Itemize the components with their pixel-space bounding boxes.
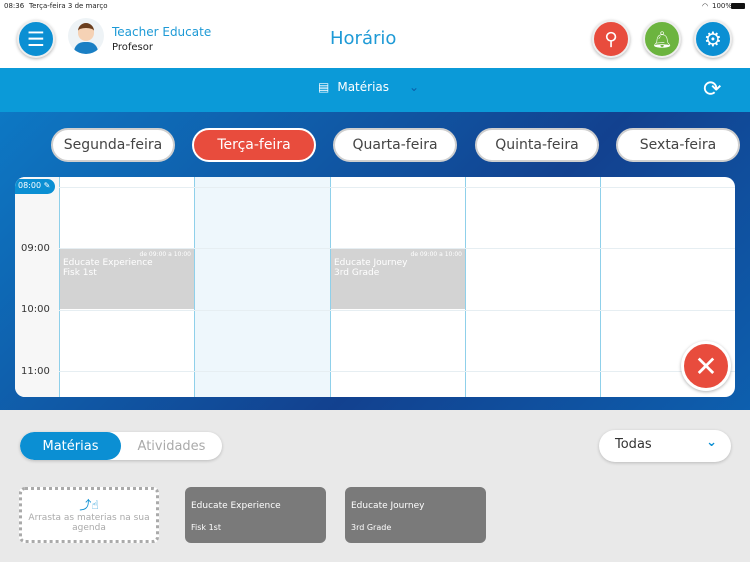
- time-label: 09:00: [21, 243, 50, 254]
- notifications-button[interactable]: 🔔︎: [643, 20, 681, 58]
- card-title: Educate Journey: [351, 501, 425, 511]
- highlighted-column: [195, 177, 330, 397]
- menu-icon: ☰: [27, 27, 45, 51]
- wifi-icon: ◠: [702, 2, 709, 10]
- header: ☰ Teacher Educate Profesor Horário ⚲ 🔔︎ …: [0, 12, 750, 68]
- time-edit-button[interactable]: 08:00 ✎: [15, 179, 55, 194]
- filter-value: Todas: [615, 437, 652, 452]
- tab-materias[interactable]: Matérias: [20, 432, 121, 460]
- drop-hint: Arrasta as materias na sua agenda: [28, 513, 150, 533]
- refresh-button[interactable]: ⟳: [703, 77, 721, 102]
- chevron-down-icon: ⌄: [706, 435, 717, 450]
- status-time: 08:36: [4, 2, 25, 10]
- status-bar: 08:36 Terça-feira 3 de março ◠ 100%: [0, 0, 750, 12]
- subject-selector[interactable]: ▤ Matérias ⌄: [318, 80, 419, 94]
- refresh-icon: ⟳: [703, 77, 722, 102]
- chevron-down-icon: ⌄: [409, 80, 420, 94]
- time-label: 11:00: [21, 366, 50, 377]
- subject-card[interactable]: Educate Experience Fisk 1st: [185, 487, 326, 543]
- tab-segunda[interactable]: Segunda-feira: [51, 128, 175, 162]
- card-group: 3rd Grade: [351, 523, 392, 532]
- notebook-icon: ▤: [318, 80, 330, 94]
- panel-tabs: Matérias Atividades: [20, 432, 222, 460]
- card-group: Fisk 1st: [191, 523, 221, 532]
- event-range: de 09:00 a 10:00: [139, 251, 191, 258]
- tab-terca[interactable]: Terça-feira: [192, 128, 316, 162]
- event-title: Educate Experience: [63, 258, 153, 268]
- event-group: 3rd Grade: [334, 268, 380, 278]
- close-button[interactable]: ✕: [681, 341, 731, 391]
- tab-sexta[interactable]: Sexta-feira: [616, 128, 740, 162]
- page-title: Horário: [330, 28, 397, 49]
- close-icon: ✕: [694, 349, 718, 383]
- calendar-grid: 08:00 ✎ 09:00 10:00 11:00 de 09:00 a 10:…: [15, 177, 735, 397]
- schedule-event[interactable]: de 09:00 a 10:00 Educate Experience Fisk…: [60, 249, 194, 309]
- subject-toolbar: ▤ Matérias ⌄ ⟳: [0, 68, 750, 112]
- tab-quinta[interactable]: Quinta-feira: [475, 128, 599, 162]
- user-name: Teacher Educate: [112, 25, 212, 39]
- event-group: Fisk 1st: [63, 268, 97, 278]
- subject-selector-label: Matérias: [337, 80, 390, 94]
- settings-button[interactable]: ⚙: [694, 20, 732, 58]
- search-icon: ⚲: [604, 28, 618, 50]
- time-label: 08:00: [18, 181, 42, 190]
- avatar: [68, 18, 104, 54]
- tab-atividades[interactable]: Atividades: [121, 432, 222, 460]
- event-title: Educate Journey: [334, 258, 408, 268]
- event-range: de 09:00 a 10:00: [410, 251, 462, 258]
- battery-icon: [731, 3, 745, 9]
- card-title: Educate Experience: [191, 501, 281, 511]
- drop-zone[interactable]: ⤴☝ Arrasta as materias na sua agenda: [19, 487, 159, 543]
- user-role: Profesor: [112, 42, 153, 53]
- schedule-event[interactable]: de 09:00 a 10:00 Educate Journey 3rd Gra…: [331, 249, 465, 309]
- battery-level: 100%: [712, 2, 733, 10]
- filter-dropdown[interactable]: Todas ⌄: [599, 430, 731, 462]
- gear-icon: ⚙: [704, 27, 722, 51]
- tab-quarta[interactable]: Quarta-feira: [333, 128, 457, 162]
- bell-icon: 🔔︎: [651, 29, 673, 49]
- time-label: 10:00: [21, 304, 50, 315]
- search-button[interactable]: ⚲: [592, 20, 630, 58]
- pencil-icon: ✎: [43, 181, 51, 190]
- menu-button[interactable]: ☰: [17, 20, 55, 58]
- drag-hand-icon: ⤴☝: [79, 498, 99, 512]
- subject-card[interactable]: Educate Journey 3rd Grade: [345, 487, 486, 543]
- status-date: Terça-feira 3 de março: [29, 2, 108, 10]
